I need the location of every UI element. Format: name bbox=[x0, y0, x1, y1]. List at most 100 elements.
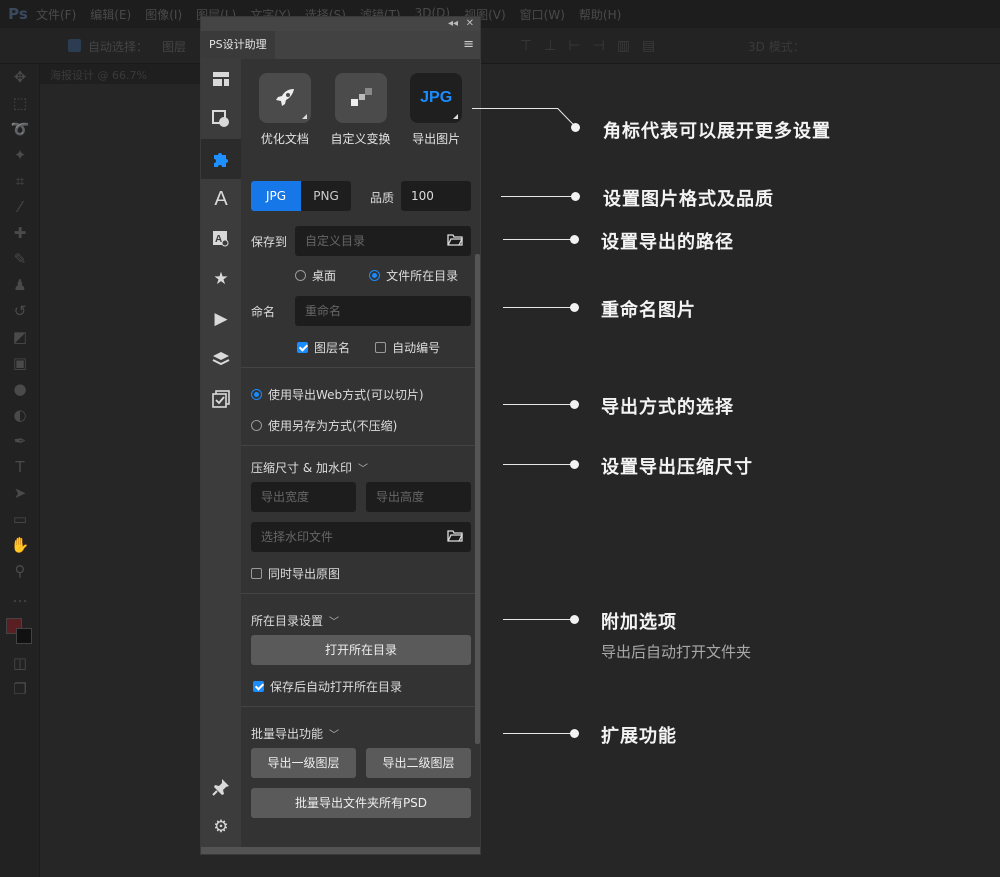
radio-desktop[interactable] bbox=[295, 270, 306, 281]
dodge-tool-icon[interactable]: ◐ bbox=[0, 402, 40, 428]
format-png-button[interactable]: PNG bbox=[301, 181, 351, 211]
panel-scrollbar[interactable] bbox=[475, 254, 480, 744]
path-select-tool-icon[interactable]: ➤ bbox=[0, 480, 40, 506]
panel-topbar: ◂◂ ✕ bbox=[201, 17, 480, 31]
checklist-icon[interactable] bbox=[201, 379, 241, 419]
align-icons[interactable]: ⊤⊥⊢⊣▥▤ bbox=[520, 38, 667, 54]
menu-file[interactable]: 文件(F) bbox=[36, 6, 76, 23]
save-dir-input[interactable]: 自定义目录 bbox=[295, 226, 471, 256]
healing-tool-icon[interactable]: ✚ bbox=[0, 220, 40, 246]
quick-mask-icon[interactable]: ◫ bbox=[0, 650, 40, 676]
lasso-tool-icon[interactable]: ➰ bbox=[0, 116, 40, 142]
stamp-tool-icon[interactable]: ♟ bbox=[0, 272, 40, 298]
file-dir-option[interactable]: 文件所在目录 bbox=[369, 269, 458, 283]
desktop-option[interactable]: 桌面 bbox=[295, 269, 336, 283]
pin-icon[interactable] bbox=[201, 767, 241, 807]
menu-image[interactable]: 图像(I) bbox=[145, 6, 182, 23]
export-height-input[interactable]: 导出高度 bbox=[366, 482, 471, 512]
checkbox-auto-number[interactable] bbox=[375, 342, 387, 353]
annotation-extra-options-sub: 导出后自动打开文件夹 bbox=[601, 643, 752, 661]
screen-mode-icon[interactable]: ❐ bbox=[0, 676, 40, 702]
export-original-option[interactable]: 同时导出原图 bbox=[251, 563, 340, 582]
batch-export-psd-button[interactable]: 批量导出文件夹所有PSD bbox=[251, 788, 471, 818]
optimize-document-tool[interactable]: 优化文档 bbox=[247, 73, 323, 147]
save-location-options: 桌面 文件所在目录 bbox=[295, 265, 458, 284]
checkbox-auto-open[interactable] bbox=[253, 681, 264, 692]
collapse-icon[interactable]: ◂◂ bbox=[448, 17, 458, 31]
watermark-file-input[interactable]: 选择水印文件 bbox=[251, 522, 471, 552]
folder-icon[interactable] bbox=[447, 522, 464, 552]
close-icon[interactable]: ✕ bbox=[466, 17, 474, 31]
annotation-export-mode: 导出方式的选择 bbox=[601, 397, 734, 418]
gradient-tool-icon[interactable]: ▣ bbox=[0, 350, 40, 376]
export-level1-button[interactable]: 导出一级图层 bbox=[251, 748, 356, 778]
document-tab[interactable]: 海报设计 @ 66.7% bbox=[40, 64, 200, 84]
layers-icon[interactable] bbox=[201, 339, 241, 379]
font-search-icon[interactable]: A bbox=[201, 219, 241, 259]
eyedropper-tool-icon[interactable]: ⁄ bbox=[0, 194, 40, 220]
move-tool-icon[interactable]: ✥ bbox=[0, 64, 40, 90]
marquee-tool-icon[interactable]: ⬚ bbox=[0, 90, 40, 116]
menu-edit[interactable]: 编辑(E) bbox=[90, 6, 131, 23]
radio-file-dir[interactable] bbox=[369, 270, 381, 281]
open-dir-button[interactable]: 打开所在目录 bbox=[251, 635, 471, 665]
folder-icon[interactable] bbox=[447, 226, 464, 256]
brush-tool-icon[interactable]: ✎ bbox=[0, 246, 40, 272]
custom-transform-tool[interactable]: 自定义变换 bbox=[323, 73, 399, 147]
text-icon[interactable]: A bbox=[201, 179, 241, 219]
more-tools-icon[interactable]: … bbox=[0, 584, 40, 610]
radio-export-save-as[interactable] bbox=[251, 420, 262, 431]
magic-wand-tool-icon[interactable]: ✦ bbox=[0, 142, 40, 168]
quality-input[interactable]: 100 bbox=[401, 181, 471, 211]
plugin-puzzle-icon[interactable] bbox=[201, 139, 241, 179]
shape-tool-icon[interactable]: ▭ bbox=[0, 506, 40, 532]
layer-name-option[interactable]: 图层名 bbox=[297, 341, 350, 355]
export-width-input[interactable]: 导出宽度 bbox=[251, 482, 356, 512]
jpg-badge-icon[interactable]: JPG bbox=[410, 73, 463, 123]
checkbox-layer-name[interactable] bbox=[297, 342, 308, 353]
format-jpg-button[interactable]: JPG bbox=[251, 181, 301, 211]
export-save-as-label: 使用另存为方式(不压缩) bbox=[268, 419, 398, 433]
tab-ps-assistant[interactable]: PS设计助理 bbox=[201, 31, 275, 59]
compress-section-header[interactable]: 压缩尺寸 & 加水印 ﹀ bbox=[251, 457, 368, 476]
shapes-icon[interactable] bbox=[201, 99, 241, 139]
blocks-icon[interactable] bbox=[334, 73, 387, 123]
export-level2-button[interactable]: 导出二级图层 bbox=[366, 748, 471, 778]
menu-help[interactable]: 帮助(H) bbox=[579, 6, 621, 23]
eraser-tool-icon[interactable]: ◩ bbox=[0, 324, 40, 350]
pen-tool-icon[interactable]: ✒ bbox=[0, 428, 40, 454]
star-icon[interactable]: ★ bbox=[201, 259, 241, 299]
hand-tool-icon[interactable]: ✋ bbox=[0, 532, 40, 558]
auto-select-target[interactable]: 图层 bbox=[162, 38, 186, 55]
auto-select-checkbox[interactable] bbox=[68, 39, 81, 52]
annotation-line bbox=[501, 196, 575, 197]
zoom-tool-icon[interactable]: ⚲ bbox=[0, 558, 40, 584]
export-save-as-option[interactable]: 使用另存为方式(不压缩) bbox=[251, 415, 397, 434]
rocket-icon[interactable] bbox=[258, 73, 311, 123]
panel-menu-icon[interactable]: ≡ bbox=[463, 38, 474, 52]
checkbox-export-original[interactable] bbox=[251, 568, 262, 579]
rename-input[interactable]: 重命名 bbox=[295, 296, 471, 326]
background-color[interactable] bbox=[16, 628, 32, 644]
menu-window[interactable]: 窗口(W) bbox=[520, 6, 565, 23]
crop-tool-icon[interactable]: ⌗ bbox=[0, 168, 40, 194]
radio-export-web[interactable] bbox=[251, 389, 262, 400]
auto-number-option[interactable]: 自动编号 bbox=[375, 341, 440, 355]
history-brush-tool-icon[interactable]: ↺ bbox=[0, 298, 40, 324]
play-icon[interactable]: ▶ bbox=[201, 299, 241, 339]
auto-open-option[interactable]: 保存后自动打开所在目录 bbox=[253, 676, 402, 695]
settings-gear-icon[interactable]: ⚙ bbox=[201, 807, 241, 847]
ps-options-bar: 自动选择： 图层 ⊤⊥⊢⊣▥▤ 3D 模式： bbox=[0, 28, 1000, 64]
color-swatches[interactable] bbox=[0, 610, 40, 650]
annotation-export-path: 设置导出的路径 bbox=[601, 232, 734, 253]
divider bbox=[241, 593, 480, 594]
export-image-tool[interactable]: JPG 导出图片 bbox=[398, 73, 474, 147]
panel-body: A A ★ ▶ ⚙ 优化文档 自定义变换 JPG 导出图片 JPG PNG 品质… bbox=[201, 59, 480, 847]
type-tool-icon[interactable]: T bbox=[0, 454, 40, 480]
batch-section-header[interactable]: 批量导出功能 ﹀ bbox=[251, 723, 339, 742]
annotation-extensions: 扩展功能 bbox=[601, 726, 677, 747]
blur-tool-icon[interactable]: ● bbox=[0, 376, 40, 402]
dir-settings-header[interactable]: 所在目录设置 ﹀ bbox=[251, 610, 339, 629]
layout-icon[interactable] bbox=[201, 59, 241, 99]
export-web-option[interactable]: 使用导出Web方式(可以切片) bbox=[251, 384, 424, 403]
